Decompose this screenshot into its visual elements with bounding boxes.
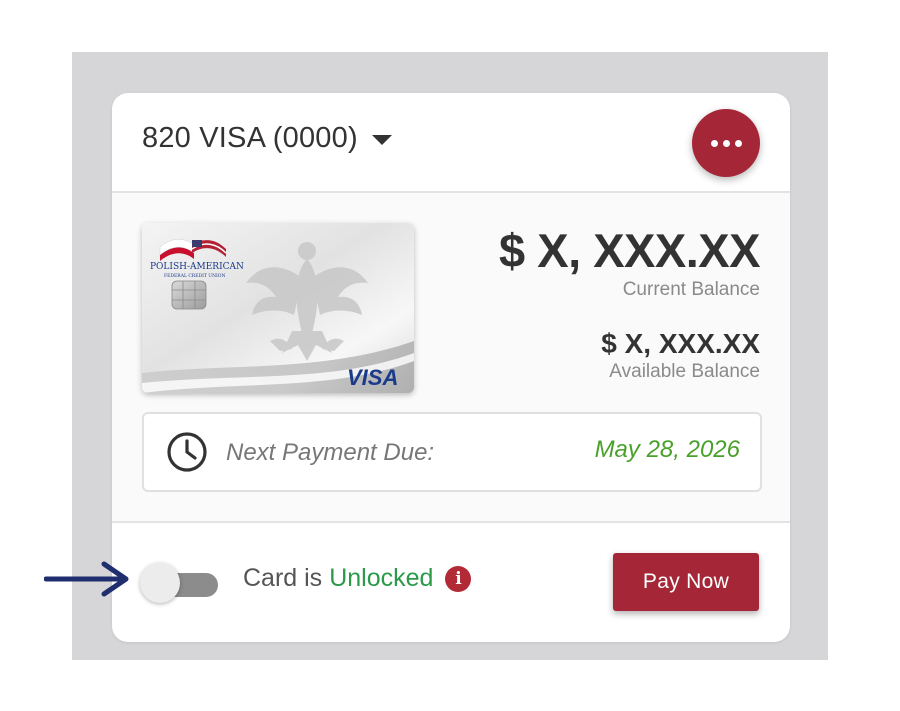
lock-status-state: Unlocked — [329, 564, 434, 592]
account-title: 820 VISA (0000) — [142, 122, 358, 154]
current-balance: $ X, XXX.XX Current Balance — [499, 223, 760, 301]
pay-now-button[interactable]: Pay Now — [613, 553, 759, 611]
clock-icon — [167, 432, 207, 472]
account-selector[interactable]: 820 VISA (0000) — [142, 122, 392, 155]
more-horizontal-icon — [722, 139, 730, 147]
card-header: 820 VISA (0000) — [112, 93, 790, 193]
card-summary: POLISH-AMERICAN FEDERAL CREDIT UNION VIS… — [112, 193, 790, 523]
lock-status-prefix: Card is — [243, 564, 323, 592]
more-horizontal-icon — [710, 139, 718, 147]
card-image: POLISH-AMERICAN FEDERAL CREDIT UNION VIS… — [142, 223, 414, 393]
chevron-down-icon — [371, 134, 392, 145]
more-options-button[interactable] — [692, 109, 760, 177]
issuer-subtitle: FEDERAL CREDIT UNION — [164, 273, 225, 279]
card-footer: Card is Unlocked i Pay Now — [112, 523, 790, 642]
available-balance-amount: $ X, XXX.XX — [601, 328, 760, 359]
card-chip — [171, 280, 207, 310]
current-balance-amount: $ X, XXX.XX — [499, 224, 760, 277]
card-lock-toggle[interactable] — [140, 563, 218, 603]
visa-logo: VISA — [347, 365, 398, 390]
credit-card-widget: 820 VISA (0000) POLISH-AMERICAN FEDERAL … — [112, 93, 790, 642]
available-balance-label: Available Balance — [609, 361, 760, 382]
next-payment-label: Next Payment Due: — [226, 439, 435, 466]
available-balance: $ X, XXX.XX Available Balance — [601, 327, 760, 383]
card-lock-status: Card is Unlocked i — [243, 564, 472, 593]
info-icon[interactable]: i — [445, 565, 472, 592]
issuer-name: POLISH-AMERICAN — [150, 262, 244, 272]
next-payment-panel: Next Payment Due: May 28, 2026 — [142, 412, 762, 492]
next-payment-date: May 28, 2026 — [594, 436, 740, 463]
toggle-knob — [140, 563, 180, 603]
arrow-right-icon — [44, 561, 129, 597]
more-horizontal-icon — [734, 139, 742, 147]
current-balance-label: Current Balance — [622, 279, 760, 300]
